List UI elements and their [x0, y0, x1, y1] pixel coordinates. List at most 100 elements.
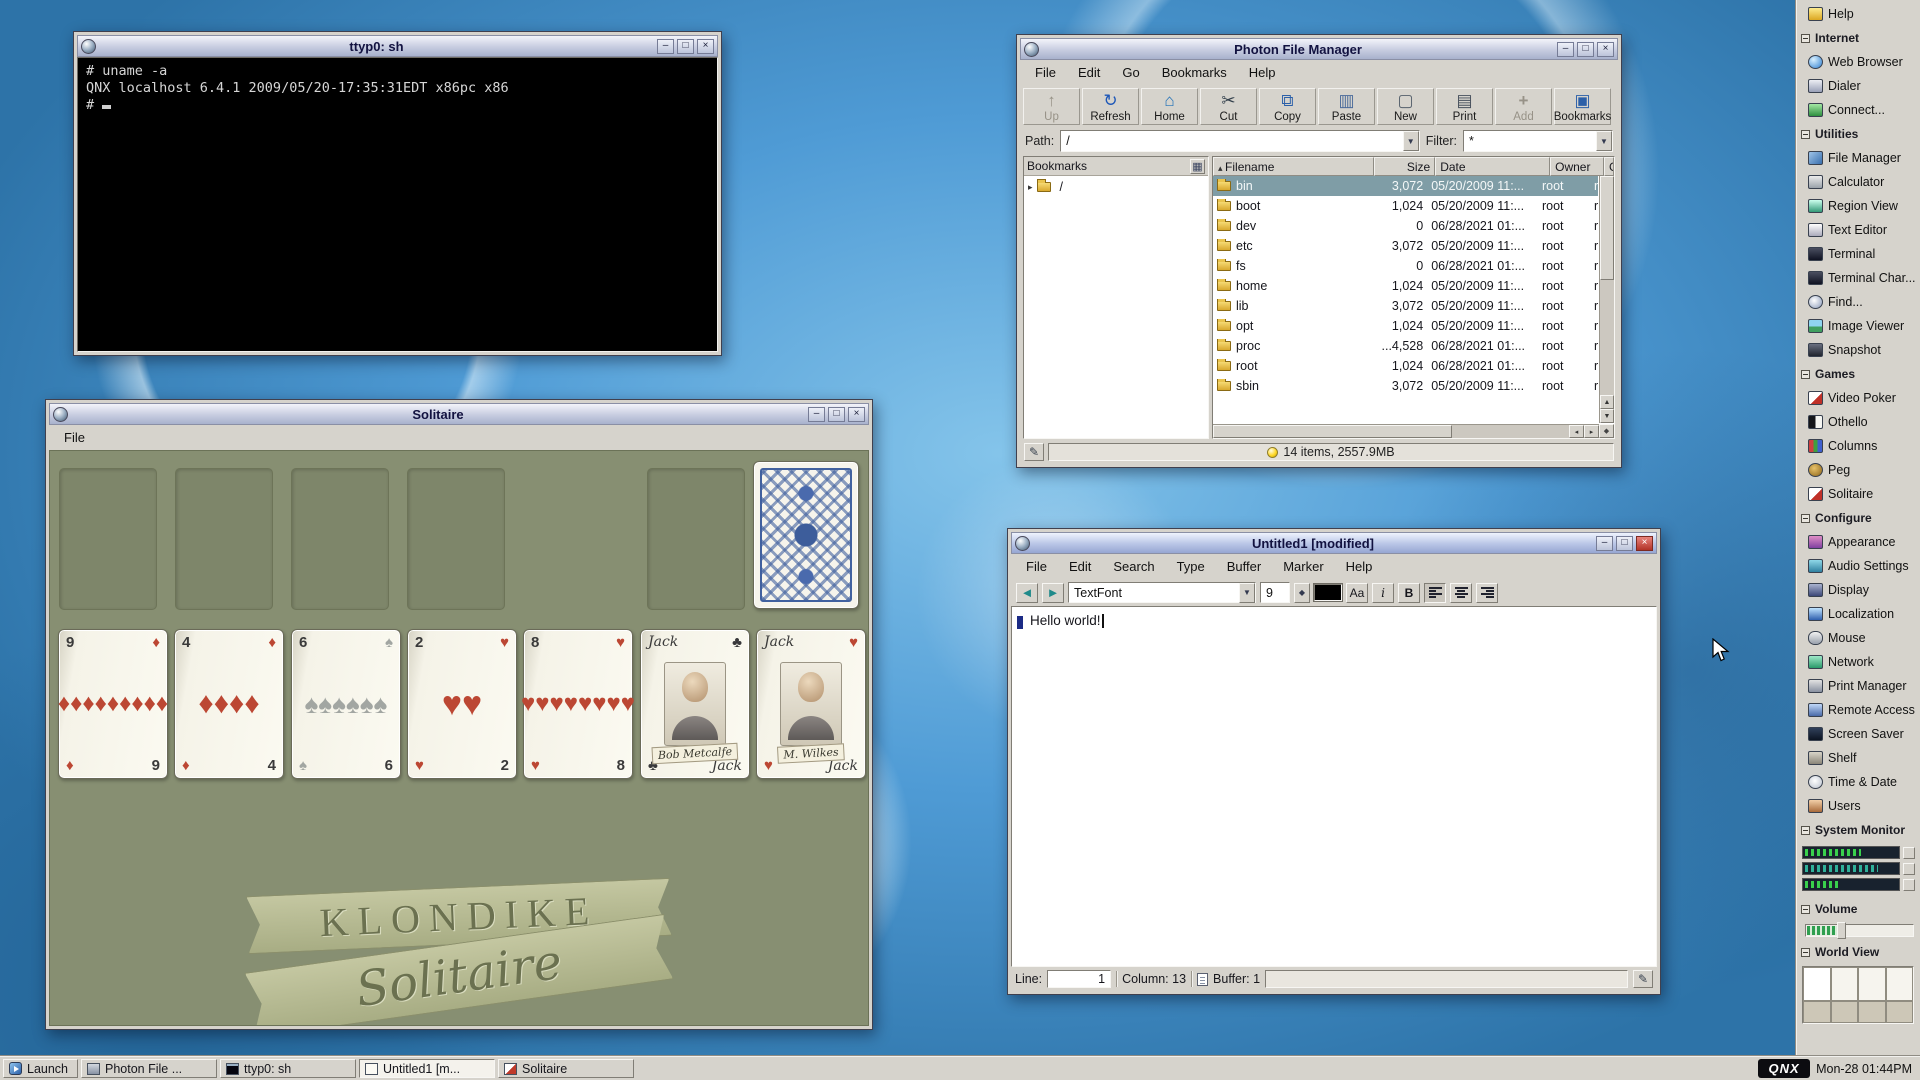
- shelf-item[interactable]: Shelf: [1799, 746, 1920, 770]
- file-row[interactable]: lib 3,072 05/20/2009 11:... root root: [1213, 296, 1598, 316]
- toolbar-button[interactable]: ▣ Bookmarks: [1554, 88, 1611, 125]
- minimize-button[interactable]: –: [1557, 42, 1574, 57]
- window-menu-icon[interactable]: [81, 39, 96, 54]
- shelf-item[interactable]: Display: [1799, 578, 1920, 602]
- forward-icon[interactable]: ►: [1042, 583, 1064, 603]
- font-select[interactable]: TextFont ▼: [1068, 582, 1256, 603]
- editor-text-area[interactable]: Hello world!: [1011, 606, 1657, 967]
- shelf-item[interactable]: Dialer: [1799, 74, 1920, 98]
- chevron-down-icon[interactable]: ▼: [1403, 131, 1419, 151]
- toolbar-button[interactable]: ↑ Up: [1023, 88, 1080, 125]
- shelf-section-header[interactable]: World View: [1799, 940, 1920, 964]
- collapse-icon[interactable]: [1801, 514, 1810, 523]
- file-row[interactable]: opt 1,024 05/20/2009 11:... root root: [1213, 316, 1598, 336]
- shelf-section-header[interactable]: Utilities: [1799, 122, 1920, 146]
- note-icon[interactable]: ✎: [1024, 443, 1044, 461]
- maximize-button[interactable]: □: [677, 39, 694, 54]
- align-right-button[interactable]: [1476, 583, 1498, 603]
- launch-button[interactable]: Launch: [3, 1059, 78, 1078]
- minimize-button[interactable]: –: [808, 407, 825, 422]
- close-button[interactable]: ×: [1597, 42, 1614, 57]
- horizontal-scrollbar[interactable]: ◂ ▸: [1213, 424, 1599, 438]
- workspace-cell[interactable]: [1886, 1001, 1914, 1023]
- pencil-icon[interactable]: ✎: [1633, 970, 1653, 988]
- shelf-section-header[interactable]: Games: [1799, 362, 1920, 386]
- shelf-item[interactable]: Calculator: [1799, 170, 1920, 194]
- bold-button[interactable]: B: [1398, 583, 1420, 603]
- shelf-item[interactable]: Appearance: [1799, 530, 1920, 554]
- shelf-item[interactable]: Snapshot: [1799, 338, 1920, 362]
- toolbar-button[interactable]: ▥ Paste: [1318, 88, 1375, 125]
- playing-card[interactable]: 2 ♥ ♥ 2 ♥♥ ♥: [407, 629, 517, 779]
- shelf-item[interactable]: Screen Saver: [1799, 722, 1920, 746]
- maximize-button[interactable]: □: [828, 407, 845, 422]
- align-left-button[interactable]: [1424, 583, 1446, 603]
- solitaire-titlebar[interactable]: Solitaire – □ ×: [49, 403, 869, 425]
- foundation-slot[interactable]: [59, 468, 157, 610]
- foundation-slot[interactable]: [175, 468, 273, 610]
- system-monitor-widget[interactable]: [1799, 842, 1920, 897]
- menu-item[interactable]: Go: [1111, 62, 1150, 83]
- menu-item[interactable]: Marker: [1272, 556, 1334, 577]
- menu-item[interactable]: File: [53, 427, 96, 448]
- taskbar-task-button[interactable]: ttyp0: sh: [220, 1059, 356, 1078]
- shelf-section-header[interactable]: Internet: [1799, 26, 1920, 50]
- shelf-item[interactable]: Solitaire: [1799, 482, 1920, 506]
- shelf-item[interactable]: Peg: [1799, 458, 1920, 482]
- grid-view-icon[interactable]: ▦: [1190, 159, 1205, 174]
- shelf-item[interactable]: Video Poker: [1799, 386, 1920, 410]
- line-number-input[interactable]: 1: [1047, 970, 1111, 988]
- text-color-swatch[interactable]: [1314, 584, 1342, 601]
- shelf-item[interactable]: Users: [1799, 794, 1920, 818]
- file-row[interactable]: etc 3,072 05/20/2009 11:... root root: [1213, 236, 1598, 256]
- volume-widget[interactable]: [1799, 921, 1920, 940]
- workspace-cell[interactable]: [1803, 1001, 1831, 1023]
- scroll-down-icon[interactable]: ▼: [1600, 409, 1614, 423]
- file-manager-titlebar[interactable]: Photon File Manager – □ ×: [1020, 38, 1618, 60]
- menu-item[interactable]: File: [1015, 556, 1058, 577]
- window-menu-icon[interactable]: [53, 407, 68, 422]
- foundation-slot[interactable]: [407, 468, 505, 610]
- shelf-item[interactable]: Web Browser: [1799, 50, 1920, 74]
- collapse-icon[interactable]: [1801, 370, 1810, 379]
- file-row[interactable]: root 1,024 06/28/2021 01:... root root: [1213, 356, 1598, 376]
- playing-card[interactable]: 6 ♠ ♠ 6 ♠♠♠♠♠♠ ♠: [291, 629, 401, 779]
- volume-thumb[interactable]: [1837, 922, 1846, 939]
- playing-card[interactable]: Jack ♥ ♥ Jack ♥ M. Wilkes: [756, 629, 866, 779]
- shelf-item[interactable]: Mouse: [1799, 626, 1920, 650]
- playing-card[interactable]: 9 ♦ ♦ 9 ♦♦♦♦♦♦♦♦♦ ♦: [58, 629, 168, 779]
- toolbar-button[interactable]: ▢ New: [1377, 88, 1434, 125]
- column-header[interactable]: Group: [1604, 157, 1614, 176]
- column-header[interactable]: Size: [1374, 157, 1436, 176]
- maximize-button[interactable]: □: [1577, 42, 1594, 57]
- workspace-cell[interactable]: [1858, 967, 1886, 1001]
- minimize-button[interactable]: –: [657, 39, 674, 54]
- monitor-button[interactable]: [1903, 879, 1915, 891]
- bookmark-root-item[interactable]: ▸ /: [1024, 176, 1208, 198]
- stock-pile-card-back[interactable]: [753, 461, 859, 609]
- column-header[interactable]: Filename: [1213, 157, 1374, 176]
- workspace-cell[interactable]: [1831, 967, 1859, 1001]
- toolbar-button[interactable]: ↻ Refresh: [1082, 88, 1139, 125]
- playing-card[interactable]: Jack ♣ ♣ Jack ♣ Bob Metcalfe: [640, 629, 750, 779]
- chevron-down-icon[interactable]: ▼: [1596, 131, 1612, 151]
- terminal-output[interactable]: # uname -aQNX localhost 6.4.1 2009/05/20…: [77, 57, 718, 352]
- collapse-icon[interactable]: [1801, 948, 1810, 957]
- shelf-section-header[interactable]: Configure: [1799, 506, 1920, 530]
- scrollbar-corner[interactable]: ◆: [1599, 424, 1614, 438]
- shelf-item[interactable]: Time & Date: [1799, 770, 1920, 794]
- back-icon[interactable]: ◄: [1016, 583, 1038, 603]
- menu-item[interactable]: Edit: [1067, 62, 1111, 83]
- shelf-item[interactable]: File Manager: [1799, 146, 1920, 170]
- case-button[interactable]: Aa: [1346, 583, 1368, 603]
- shelf-section-header[interactable]: System Monitor: [1799, 818, 1920, 842]
- file-row[interactable]: proc ...4,528 06/28/2021 01:... root roo…: [1213, 336, 1598, 356]
- shelf-section-header[interactable]: Volume: [1799, 897, 1920, 921]
- scroll-right-icon[interactable]: ▸: [1584, 425, 1599, 438]
- shelf-item[interactable]: Terminal Char...: [1799, 266, 1920, 290]
- toolbar-button[interactable]: ✂ Cut: [1200, 88, 1257, 125]
- chevron-down-icon[interactable]: ▼: [1239, 583, 1255, 603]
- vertical-scrollbar[interactable]: ▲ ▼: [1599, 176, 1614, 423]
- close-button[interactable]: ×: [697, 39, 714, 54]
- shelf-item[interactable]: Localization: [1799, 602, 1920, 626]
